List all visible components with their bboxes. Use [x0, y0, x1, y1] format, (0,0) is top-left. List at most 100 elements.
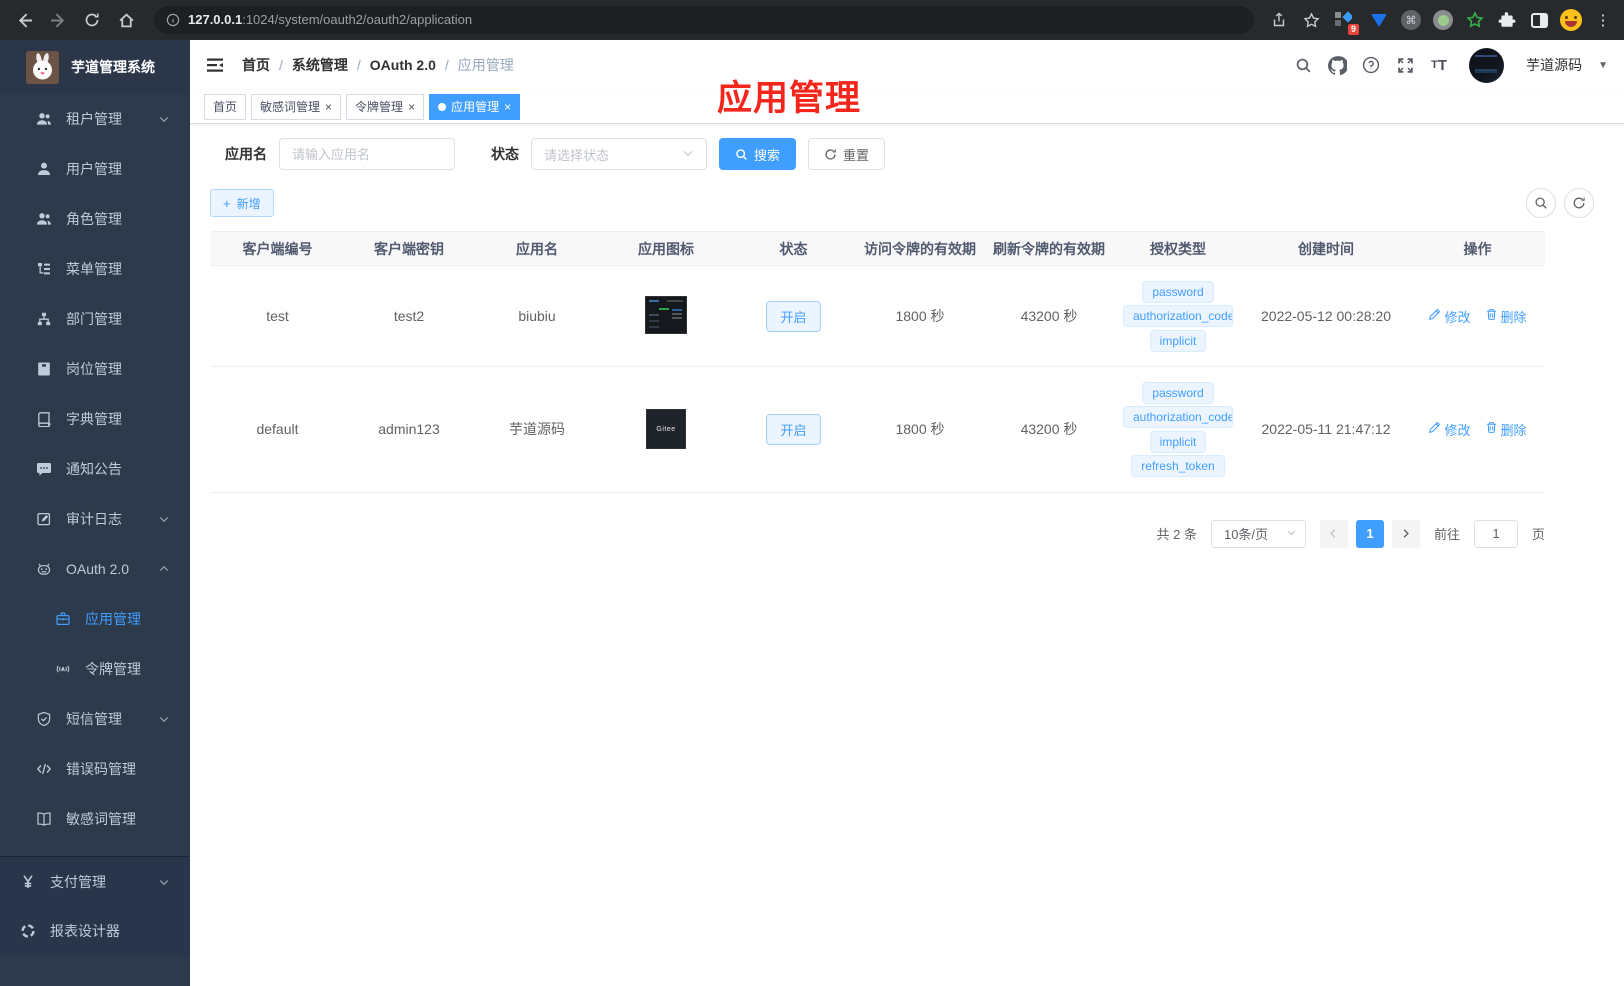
browser-reload-icon[interactable] — [78, 6, 106, 34]
edit-link[interactable]: 修改 — [1428, 420, 1471, 439]
tab-敏感词管理[interactable]: 敏感词管理 × — [251, 93, 342, 120]
delete-link[interactable]: 删除 — [1485, 420, 1527, 439]
sidebar-item-sensitive[interactable]: 敏感词管理 — [0, 794, 190, 844]
status-label: 状态 — [491, 146, 519, 162]
sidebar-item-label: 字典管理 — [66, 411, 122, 427]
browser-back-icon[interactable] — [10, 6, 38, 34]
url-bar[interactable]: 127.0.0.1:1024/system/oauth2/oauth2/appl… — [154, 6, 1254, 34]
table-body: test test2 biubiu 开启 1800 秒 43200 秒 password au… — [210, 265, 1545, 493]
delete-link[interactable]: 删除 — [1485, 307, 1527, 326]
sidebar-item-post[interactable]: 岗位管理 — [0, 344, 190, 394]
sidebar-item-pay[interactable]: 支付管理 — [0, 856, 190, 906]
sidebar-item-dept[interactable]: 部门管理 — [0, 294, 190, 344]
trash-icon — [1485, 421, 1498, 437]
sidebar-item-oauth2-app[interactable]: 应用管理 — [0, 594, 190, 644]
browser-menu-icon[interactable]: ⋮ — [1592, 9, 1614, 31]
goto-page-input[interactable] — [1473, 519, 1518, 548]
sidebar-item-dict[interactable]: 字典管理 — [0, 394, 190, 444]
sidebar-item-label: 错误码管理 — [66, 761, 136, 777]
sidebar-item-tenant[interactable]: 租户管理 — [0, 94, 190, 144]
grant-type-tag: refresh_token — [1131, 455, 1225, 477]
page-suffix: 页 — [1531, 527, 1545, 542]
pagination: 共 2 条 10条/页 1 前往 1 页 — [210, 519, 1545, 548]
ring-extension-icon[interactable] — [1432, 9, 1454, 31]
table-row: test test2 biubiu 开启 1800 秒 43200 秒 password au… — [210, 265, 1545, 367]
sidebar-item-label: 审计日志 — [66, 511, 122, 527]
sidebar-item-notice[interactable]: 通知公告 — [0, 444, 190, 494]
cell-created: 2022-05-12 00:28:20 — [1242, 265, 1410, 367]
page-number-button[interactable]: 1 — [1355, 519, 1384, 548]
help-icon[interactable] — [1361, 55, 1381, 75]
status-select-placeholder: 请选择状态 — [544, 147, 610, 163]
url-text: 127.0.0.1:1024/system/oauth2/oauth2/appl… — [188, 12, 473, 27]
breadcrumb-item[interactable]: OAuth 2.0 — [370, 57, 436, 73]
status-select[interactable]: 请选择状态 — [531, 138, 707, 170]
tab-令牌管理[interactable]: 令牌管理 × — [346, 93, 425, 120]
reset-button[interactable]: 重置 — [808, 138, 886, 170]
sidebar-item-label: 报表设计器 — [50, 923, 120, 939]
gem-extension-icon[interactable] — [1368, 9, 1390, 31]
hide-search-button[interactable] — [1526, 188, 1556, 218]
chevron-down-icon — [158, 513, 170, 525]
github-icon[interactable] — [1327, 55, 1347, 75]
sidebar-item-oauth2-token[interactable]: 令牌管理 — [0, 644, 190, 694]
share-icon[interactable] — [1268, 9, 1290, 31]
sidebar-item-sms[interactable]: 短信管理 — [0, 694, 190, 744]
chevron-down-icon — [158, 713, 170, 725]
user-menu-caret-icon[interactable]: ▼ — [1598, 60, 1608, 71]
next-page-button[interactable] — [1391, 519, 1420, 548]
add-button[interactable]: + 新增 — [210, 189, 274, 217]
open-book-icon — [36, 811, 52, 827]
breadcrumb-item[interactable]: 首页 — [242, 55, 270, 75]
sidebar-item-label: 部门管理 — [66, 311, 122, 327]
plus-icon: + — [223, 195, 231, 211]
cell-grants: password authorization_code implicit — [1114, 265, 1242, 367]
font-size-icon[interactable]: TT — [1429, 55, 1449, 75]
user-avatar[interactable] — [1469, 47, 1505, 83]
sidebar-item-label: 菜单管理 — [66, 261, 122, 277]
sidebar-item-label: OAuth 2.0 — [66, 561, 130, 577]
sidebar-collapse-icon[interactable] — [204, 54, 226, 76]
grant-type-tag: implicit — [1149, 430, 1207, 453]
header-search-icon[interactable] — [1293, 55, 1313, 75]
grant-type-tag: authorization_code — [1123, 305, 1233, 327]
tab-应用管理[interactable]: 应用管理 × — [429, 93, 521, 120]
cell-secret: admin123 — [345, 366, 473, 493]
sidebar-item-oauth2[interactable]: OAuth 2.0 — [0, 544, 190, 594]
profile-avatar-icon[interactable] — [1560, 9, 1582, 31]
command-extension-icon[interactable]: ⌘ — [1400, 9, 1422, 31]
refresh-table-button[interactable] — [1564, 188, 1594, 218]
sidebar-item-report[interactable]: 报表设计器 — [0, 906, 190, 956]
edit-link[interactable]: 修改 — [1428, 307, 1471, 326]
tab-首页[interactable]: 首页 — [204, 93, 247, 120]
sidebar-item-menu[interactable]: 菜单管理 — [0, 244, 190, 294]
column-header: 授权类型 — [1114, 231, 1242, 266]
sidebar-item-role[interactable]: 角色管理 — [0, 194, 190, 244]
sidebar-item-label: 岗位管理 — [66, 361, 122, 377]
trash-icon — [1485, 308, 1498, 324]
sidebar-item-user[interactable]: 用户管理 — [0, 144, 190, 194]
fullscreen-icon[interactable] — [1395, 55, 1415, 75]
prev-page-button[interactable] — [1319, 519, 1348, 548]
puzzle-extension-icon[interactable] — [1496, 9, 1518, 31]
sidebar-item-audit[interactable]: 审计日志 — [0, 494, 190, 544]
page-size-select[interactable]: 10条/页 — [1210, 519, 1306, 548]
site-info-icon[interactable] — [166, 13, 180, 27]
bookmark-star-icon[interactable] — [1300, 9, 1322, 31]
star-extension-icon[interactable] — [1464, 9, 1486, 31]
robot-icon — [36, 561, 52, 577]
chevron-up-icon — [158, 563, 170, 575]
breadcrumb-item[interactable]: 系统管理 — [292, 55, 348, 75]
cell-actions: 修改 删除 — [1410, 265, 1545, 367]
browser-home-icon[interactable] — [112, 6, 140, 34]
split-view-icon[interactable] — [1528, 9, 1550, 31]
close-icon[interactable]: × — [504, 101, 511, 113]
app-name-input[interactable] — [279, 138, 455, 170]
close-icon[interactable]: × — [325, 101, 332, 113]
app-logo-row[interactable]: 芋道管理系统 — [0, 40, 190, 94]
close-icon[interactable]: × — [408, 101, 415, 113]
browser-forward-icon[interactable] — [44, 6, 72, 34]
sidebar-item-errcode[interactable]: 错误码管理 — [0, 744, 190, 794]
extension-tiles-icon[interactable]: 9 — [1332, 9, 1359, 35]
search-button[interactable]: 搜索 — [719, 138, 797, 170]
